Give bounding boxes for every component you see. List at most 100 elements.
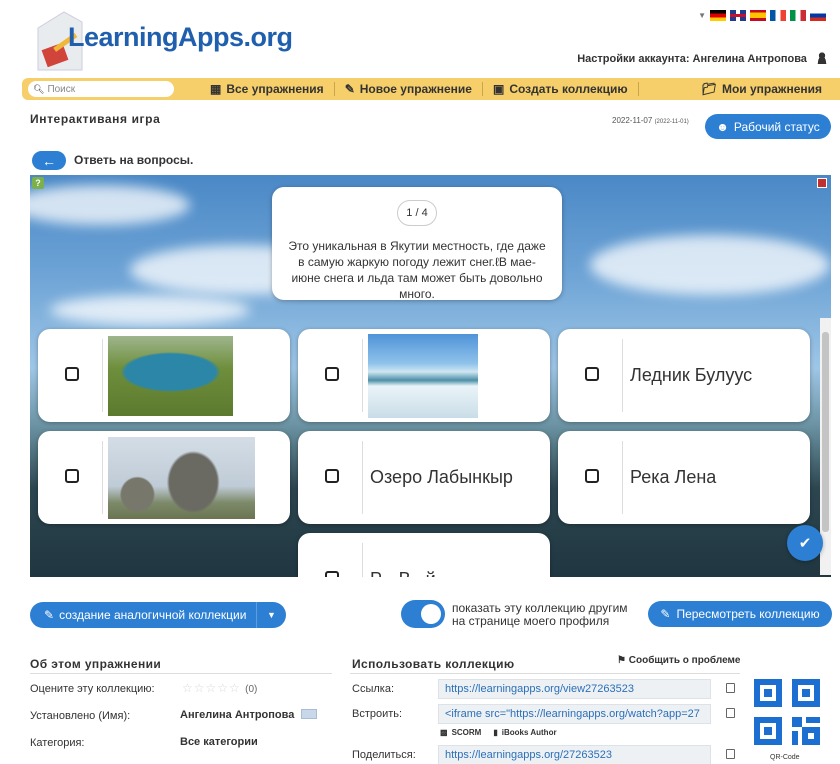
flag-es-icon[interactable] [750, 10, 766, 21]
copy-icon[interactable] [726, 708, 735, 718]
checkbox[interactable] [585, 367, 599, 381]
user-icon [816, 52, 828, 64]
about-heading: Об этом упражнении [30, 657, 162, 671]
create-similar-button[interactable]: ✎ создание аналогичной коллекции ▼ [30, 602, 286, 628]
report-link[interactable]: ⚑ Сообщить о проблеме [617, 655, 740, 666]
cloud [30, 185, 190, 225]
help-icon[interactable]: ? [32, 177, 44, 189]
search-input[interactable]: 🔍︎ Поиск [28, 81, 174, 97]
game-area: ? 1 / 4 Это уникальная в Якутии местност… [30, 175, 831, 577]
checkbox[interactable] [585, 469, 599, 483]
flag-it-icon[interactable] [790, 10, 806, 21]
collection-icon: ▣ [492, 82, 505, 96]
review-label: Пересмотреть коллекцию [676, 607, 820, 621]
nav-new-exercise[interactable]: ✎ Новое упражнение [335, 82, 483, 96]
nav-my-exercises-label: Мои упражнения [721, 82, 822, 96]
logo-text[interactable]: LearningApps.org [68, 22, 293, 53]
mail-icon[interactable] [301, 709, 318, 719]
nav-my-exercises[interactable]: 📁︎ Мои упражнения [692, 82, 832, 96]
flag-icon: ⚑ [617, 655, 626, 666]
check-icon: ✔ [798, 535, 812, 552]
answer-label: Река Лена [630, 467, 717, 487]
qr-code-label: QR-Code [770, 754, 800, 761]
cloud [590, 235, 830, 295]
nav-new-exercise-label: Новое упражнение [359, 82, 472, 96]
nav-create-collection[interactable]: ▣ Создать коллекцию [483, 82, 639, 96]
status-button-label: Рабочий статус [733, 119, 820, 134]
author-value: Ангелина Антропова [180, 709, 295, 721]
lake-aerial-image [108, 336, 233, 416]
flag-de-icon[interactable] [710, 10, 726, 21]
divider [362, 543, 363, 577]
copy-icon[interactable] [726, 749, 735, 759]
language-flags: ▼ [698, 10, 826, 21]
embed-field[interactable]: <iframe src="https://learningapps.org/wa… [438, 704, 711, 724]
category-label: Категория: [30, 737, 85, 749]
page-title: Интерактиваня игра [30, 112, 161, 126]
dropdown-arrow-icon[interactable]: ▼ [698, 11, 706, 20]
checkbox[interactable] [325, 571, 339, 577]
users-icon: ☻ [716, 119, 729, 134]
share-label: Поделиться: [352, 749, 416, 761]
task-title: Ответь на вопросы. [74, 153, 194, 167]
account-label[interactable]: Настройки аккаунта: Ангелина Антропова [577, 53, 807, 65]
checkbox[interactable] [325, 367, 339, 381]
status-button[interactable]: ☻ Рабочий статус [705, 114, 831, 139]
check-answer-button[interactable]: ✔ [787, 525, 823, 561]
pencil-icon: ✎ [344, 82, 355, 96]
checkbox[interactable] [65, 469, 79, 483]
answer-card[interactable] [38, 329, 290, 422]
fullscreen-icon[interactable] [817, 178, 827, 188]
create-similar-label: создание аналогичной коллекции [59, 608, 247, 622]
share-toggle[interactable] [401, 600, 445, 628]
category-value: Все категории [180, 736, 258, 748]
answer-card[interactable]: Р... В...й [298, 533, 550, 577]
flag-ru-icon[interactable] [810, 10, 826, 21]
ice-river-image [368, 334, 478, 418]
nav-all-exercises-label: Все упражнения [226, 82, 324, 96]
answer-card[interactable] [38, 431, 290, 524]
rock-pillars-image [108, 437, 255, 519]
scrollbar-thumb[interactable] [822, 332, 829, 532]
link-label: Ссылка: [352, 683, 394, 695]
author-name: Ангелина Антропова [180, 709, 318, 721]
nav-create-collection-label: Создать коллекцию [509, 82, 628, 96]
rate-label: Оцените эту коллекцию: [30, 683, 155, 695]
rating-stars[interactable]: ☆☆☆☆☆ (0) [182, 681, 257, 695]
rating-count: (0) [245, 684, 258, 695]
answer-card[interactable]: Озеро Лабынкыр [298, 431, 550, 524]
account-settings[interactable]: Настройки аккаунта: Ангелина Антропова [577, 52, 828, 65]
answer-card[interactable]: Ледник Булуус [558, 329, 810, 422]
checkbox[interactable] [65, 367, 79, 381]
share-field[interactable]: https://learningapps.org/27263523 [438, 745, 711, 764]
answer-card[interactable] [298, 329, 550, 422]
divider [362, 441, 363, 514]
toggle-knob [421, 604, 441, 624]
export-links: ▩ SCORM ▮ iBooks Author [440, 728, 557, 737]
arrow-left-icon: ← [42, 152, 56, 169]
cloud [50, 295, 250, 325]
nav-all-exercises[interactable]: ▦ Все упражнения [200, 82, 335, 96]
review-button[interactable]: ✎ Пересмотреть коллекцию [648, 601, 832, 627]
link-field[interactable]: https://learningapps.org/view27263523 [438, 679, 711, 699]
scorm-link[interactable]: SCORM [452, 728, 482, 737]
divider [30, 673, 332, 674]
question-text: Это уникальная в Якутии местность, где д… [284, 238, 550, 302]
main-nav: 🔍︎ Поиск ▦ Все упражнения ✎ Новое упражн… [22, 78, 840, 100]
flag-uk-icon[interactable] [730, 10, 746, 21]
share-toggle-label: показать эту коллекцию другим на страниц… [452, 602, 628, 628]
back-button[interactable]: ← [32, 151, 66, 170]
checkbox[interactable] [325, 469, 339, 483]
question-box: 1 / 4 Это уникальная в Якутии местность,… [272, 187, 562, 302]
qr-code-icon[interactable] [754, 679, 822, 751]
ibooks-link[interactable]: iBooks Author [502, 728, 557, 737]
answer-label: Р... В...й [370, 569, 436, 577]
copy-icon[interactable] [726, 683, 735, 693]
flag-fr-icon[interactable] [770, 10, 786, 21]
date: 2022-11-07 [612, 116, 653, 125]
search-icon: 🔍︎ [33, 83, 45, 94]
divider [102, 339, 103, 412]
caret-down-icon[interactable]: ▼ [256, 602, 286, 628]
answer-card[interactable]: Река Лена [558, 431, 810, 524]
star-icon[interactable]: ☆☆☆☆☆ [182, 681, 241, 695]
